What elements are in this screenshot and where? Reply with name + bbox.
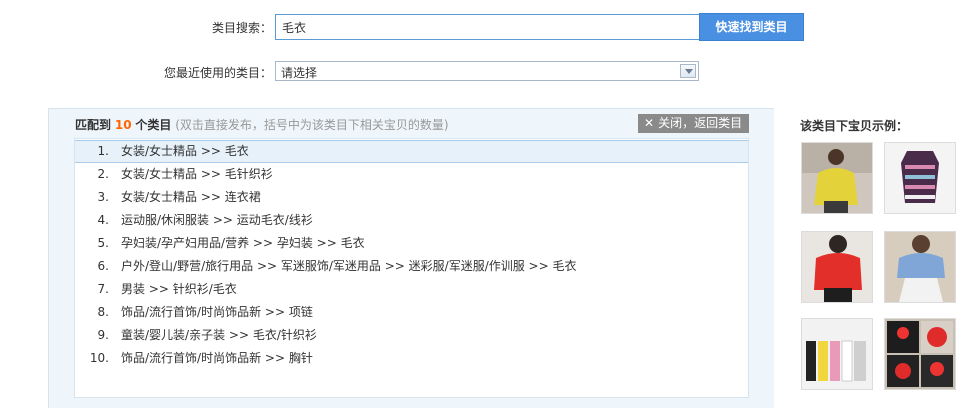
list-item[interactable]: 5. 孕妇装/孕产妇用品/营养 >> 孕妇装 >> 毛衣 bbox=[75, 232, 748, 255]
sample-thumb-cartoon-sweater[interactable] bbox=[884, 318, 956, 390]
quick-find-category-button[interactable]: 快速找到类目 bbox=[699, 13, 804, 41]
sample-thumb-yellow-sweater[interactable] bbox=[801, 142, 873, 214]
category-search-input[interactable] bbox=[275, 14, 701, 40]
list-item-number: 5. bbox=[97, 236, 109, 250]
list-item[interactable]: 7. 男装 >> 针织衫/毛衣 bbox=[75, 278, 748, 301]
list-item-path: 女装/女士精品 >> 毛衣 bbox=[121, 144, 249, 158]
sample-thumb-striped-knit[interactable] bbox=[884, 142, 956, 214]
list-item[interactable]: 3. 女装/女士精品 >> 连衣裙 bbox=[75, 186, 748, 209]
close-button-label: 关闭，返回类目 bbox=[658, 116, 743, 130]
sample-thumb-red-sweater[interactable] bbox=[801, 231, 873, 303]
list-item[interactable]: 1. 女装/女士精品 >> 毛衣 bbox=[75, 140, 748, 163]
match-hint: (双击直接发布，括号中为该类目下相关宝贝的数量) bbox=[175, 118, 449, 132]
recent-category-selected-value: 请选择 bbox=[281, 66, 318, 80]
list-item-number: 10. bbox=[89, 351, 109, 365]
list-item-number: 8. bbox=[97, 305, 109, 319]
close-icon: ✕ bbox=[644, 116, 655, 130]
list-item-path: 童装/婴儿装/亲子装 >> 毛衣/针织衫 bbox=[121, 328, 317, 342]
list-item-path: 孕妇装/孕产妇用品/营养 >> 孕妇装 >> 毛衣 bbox=[121, 236, 365, 250]
match-suffix: 个类目 bbox=[135, 118, 172, 132]
list-item-number: 3. bbox=[97, 190, 109, 204]
list-item-number: 9. bbox=[97, 328, 109, 342]
list-item-number: 4. bbox=[97, 213, 109, 227]
list-item-path: 男装 >> 针织衫/毛衣 bbox=[121, 282, 237, 296]
list-item[interactable]: 4. 运动服/休闲服装 >> 运动毛衣/线衫 bbox=[75, 209, 748, 232]
list-item[interactable]: 2. 女装/女士精品 >> 毛针织衫 bbox=[75, 163, 748, 186]
list-item-path: 户外/登山/野营/旅行用品 >> 军迷服饰/军迷用品 >> 迷彩服/军迷服/作训… bbox=[121, 259, 577, 273]
list-item-path: 运动服/休闲服装 >> 运动毛衣/线衫 bbox=[121, 213, 313, 227]
recent-category-select[interactable]: 请选择 bbox=[275, 61, 699, 81]
recent-category-label: 您最近使用的类目： bbox=[163, 66, 272, 80]
list-item-number: 2. bbox=[97, 167, 109, 181]
list-item-number: 7. bbox=[97, 282, 109, 296]
match-prefix: 匹配到 bbox=[75, 118, 112, 132]
list-item[interactable]: 10. 饰品/流行首饰/时尚饰品新 >> 胸针 bbox=[75, 347, 748, 370]
list-item-number: 1. bbox=[97, 144, 109, 158]
chevron-down-icon[interactable] bbox=[680, 64, 696, 78]
list-item-path: 饰品/流行首饰/时尚饰品新 >> 胸针 bbox=[121, 351, 313, 365]
list-item-path: 女装/女士精品 >> 连衣裙 bbox=[121, 190, 261, 204]
sample-items-title: 该类目下宝贝示例： bbox=[800, 119, 909, 133]
close-return-category-button[interactable]: ✕ 关闭，返回类目 bbox=[638, 114, 749, 133]
list-item[interactable]: 9. 童装/婴儿装/亲子装 >> 毛衣/针织衫 bbox=[75, 324, 748, 347]
list-item-path: 饰品/流行首饰/时尚饰品新 >> 项链 bbox=[121, 305, 313, 319]
match-summary: 匹配到 10 个类目 (双击直接发布，括号中为该类目下相关宝贝的数量) bbox=[75, 116, 449, 133]
list-item-number: 6. bbox=[97, 259, 109, 273]
list-item[interactable]: 6. 户外/登山/野营/旅行用品 >> 军迷服饰/军迷用品 >> 迷彩服/军迷服/… bbox=[75, 255, 748, 278]
list-item-path: 女装/女士精品 >> 毛针织衫 bbox=[121, 167, 273, 181]
list-item[interactable]: 8. 饰品/流行首饰/时尚饰品新 >> 项链 bbox=[75, 301, 748, 324]
sample-thumb-blue-sweater[interactable] bbox=[884, 231, 956, 303]
category-match-list: 1. 女装/女士精品 >> 毛衣 2. 女装/女士精品 >> 毛针织衫 3. 女装/女… bbox=[74, 138, 749, 398]
sample-thumb-knit-display[interactable] bbox=[801, 318, 873, 390]
category-search-label: 类目搜索： bbox=[211, 21, 272, 35]
match-count: 10 bbox=[114, 118, 132, 132]
